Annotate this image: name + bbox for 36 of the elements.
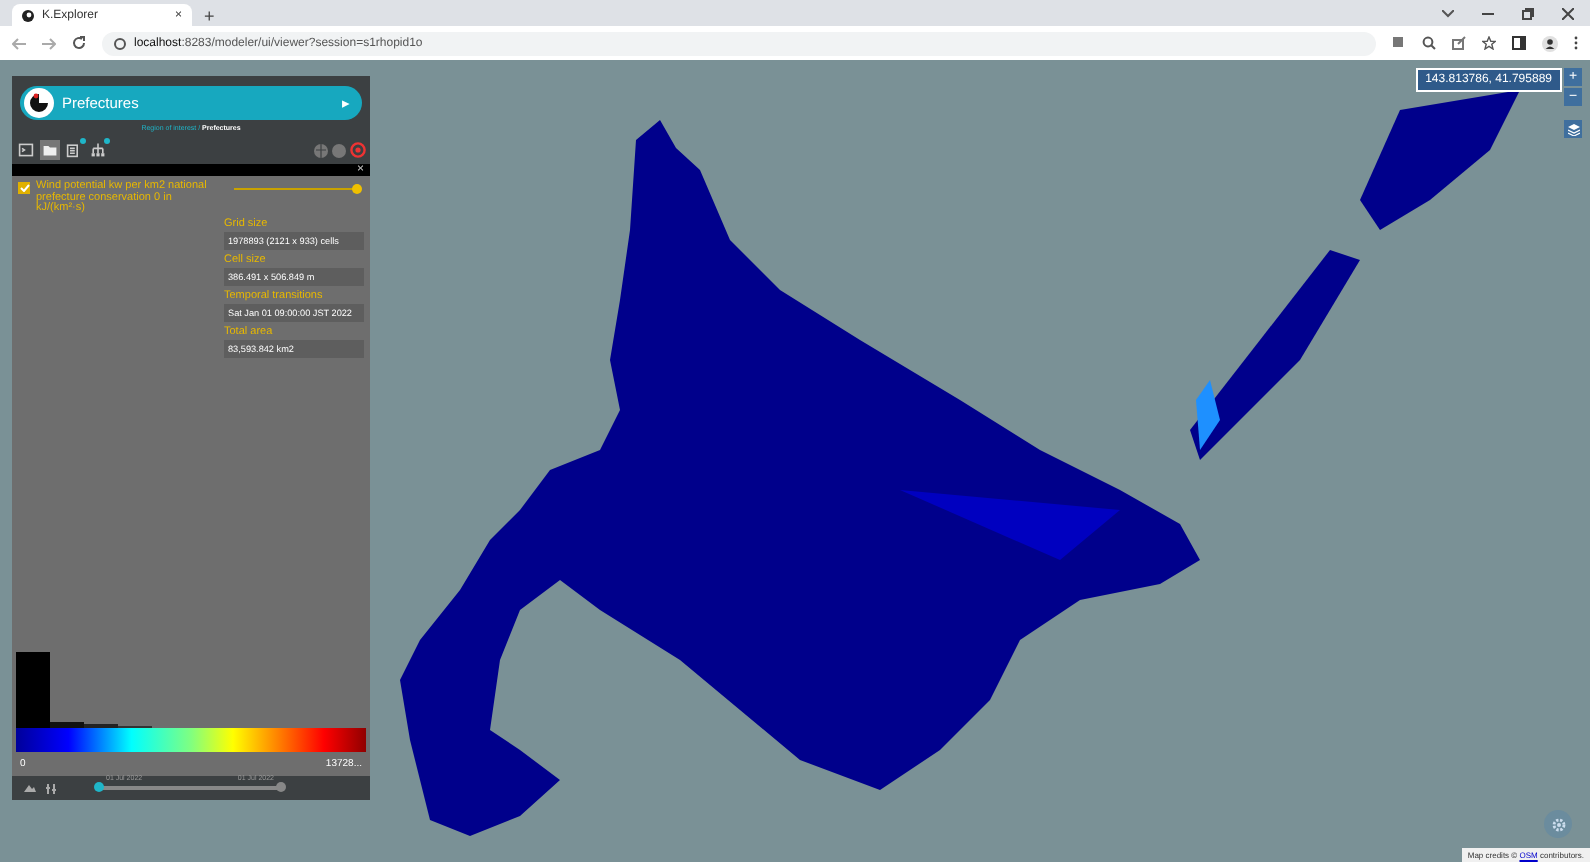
app-logo-icon (22, 9, 34, 21)
mountain-icon[interactable] (24, 784, 36, 792)
timeline-end-handle[interactable] (276, 782, 286, 792)
reload-icon[interactable] (72, 36, 86, 50)
share-icon[interactable] (1452, 36, 1466, 50)
star-icon[interactable] (1482, 36, 1496, 50)
minimize-icon[interactable] (1482, 11, 1494, 15)
globe-icon[interactable] (314, 143, 328, 157)
close-icon[interactable] (1562, 7, 1574, 19)
search-icon[interactable] (1422, 36, 1436, 50)
terminal-icon (18, 140, 34, 160)
checkmark-icon (19, 184, 29, 192)
toolbar-button[interactable] (88, 140, 108, 160)
layers-icon (1567, 123, 1579, 135)
circle-icon[interactable] (332, 143, 346, 157)
toolbar-button[interactable] (64, 140, 84, 160)
toolbar-button[interactable] (40, 140, 60, 160)
layer-checkbox[interactable] (18, 182, 30, 194)
settings-icon (1551, 817, 1565, 831)
power-icon[interactable] (350, 142, 366, 158)
side-panel-icon[interactable] (1512, 36, 1526, 50)
tree-icon (90, 140, 106, 160)
slider-thumb[interactable] (352, 184, 362, 194)
profile-icon[interactable] (1542, 35, 1558, 51)
info-icon (114, 37, 126, 49)
document-icon (66, 140, 82, 160)
folder-icon (42, 140, 58, 160)
timeline-start-handle[interactable] (94, 782, 104, 792)
toolbar-button[interactable] (16, 140, 36, 160)
new-tab-button[interactable]: + (204, 6, 215, 26)
logo-icon (24, 88, 54, 118)
restore-icon[interactable] (1522, 7, 1534, 19)
layers-button[interactable] (1564, 120, 1582, 138)
equalizer-icon[interactable] (46, 783, 56, 793)
settings-button[interactable] (1544, 810, 1572, 838)
chevron-down-icon[interactable] (1442, 9, 1454, 17)
